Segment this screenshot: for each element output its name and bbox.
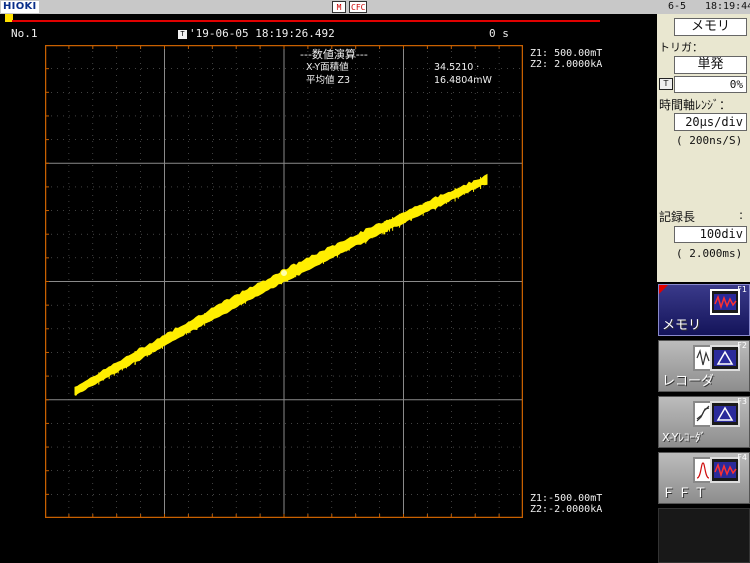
calc-label: X-Y面積値 [306, 62, 349, 73]
trigger-mode-field[interactable]: 単発 [674, 56, 747, 74]
record-length-colon: : [738, 208, 743, 222]
trigger-label: トリガ： [659, 41, 703, 54]
fkey-fft-button[interactable]: F4 ＦＦＴ [658, 452, 750, 504]
fkey-number: F3 [737, 397, 747, 406]
record-time: ( 2.000ms) [676, 247, 743, 260]
xy-plot-svg [45, 45, 523, 518]
xy-trace [74, 173, 488, 396]
xy-plot-area[interactable] [45, 45, 523, 518]
record-length-field[interactable]: 100div [674, 226, 747, 243]
top-status-bar: HIOKI M CFC 6-5 18:19:44 [0, 0, 750, 14]
record-position-bar [12, 20, 600, 22]
cfc-card-icon: CFC [349, 1, 368, 13]
scale-upper-limit: Z1: 500.00mT Z2: 2.0000kA [530, 48, 603, 70]
numeric-calc-panel: ---数値演算--- X-Y面積値 34.5210 · 平均値 Z3 16.48… [300, 48, 510, 87]
calc-label: 平均値 Z3 [306, 75, 351, 86]
memory-wave-icon [710, 289, 740, 315]
date-display: 6-5 [668, 1, 687, 12]
fkey-label: ＦＦＴ [662, 486, 711, 501]
calc-value: 34.5210 · [434, 62, 480, 73]
fkey-recorder-button[interactable]: F2 レコーダ [658, 340, 750, 392]
status-icons: M CFC [332, 0, 368, 14]
channel-number: No.1 [11, 27, 38, 40]
trigger-timestamp: T '19-06-05 18:19:26.492 [178, 27, 335, 40]
active-indicator [659, 285, 668, 294]
fkey-empty-slot [658, 508, 750, 563]
fkey-memory-button[interactable]: F1 メモリ [658, 284, 750, 336]
settings-panel: メモリ トリガ： 単発 T 0% 時間軸ﾚﾝｼﾞ： 20μs/div ( 200… [657, 14, 750, 282]
calc-value: 16.4804mW [434, 75, 492, 86]
scale-lower-limit: Z1:-500.00mT Z2:-2.0000kA [530, 493, 603, 515]
pretrigger-icon: T [659, 78, 673, 90]
fkey-label: X-Yﾚｺｰﾀﾞ [662, 431, 706, 444]
pretrigger-field[interactable]: 0% [674, 76, 747, 93]
xy-screen-icon [710, 401, 740, 427]
record-length-label: 記録長: [659, 208, 749, 225]
fkey-number: F4 [737, 453, 747, 462]
function-mode-field[interactable]: メモリ [674, 18, 747, 36]
timeaxis-label: 時間軸ﾚﾝｼﾞ： [659, 98, 732, 112]
calc-row-area: X-Y面積値 34.5210 · [300, 61, 510, 74]
trigger-icon: T [178, 30, 187, 39]
fft-screen-icon [710, 457, 740, 483]
brand-logo: HIOKI [1, 1, 39, 13]
fkey-label: レコーダ [662, 374, 715, 389]
calc-row-average: 平均値 Z3 16.4804mW [300, 74, 510, 87]
sampling-rate: ( 200ns/S) [676, 134, 743, 147]
fkey-number: F1 [737, 285, 747, 294]
trigger-time-text: '19-06-05 18:19:26.492 [189, 27, 335, 40]
recorder-screen-icon [710, 345, 740, 371]
time-div-field[interactable]: 20μs/div [674, 113, 747, 131]
fkey-label: メモリ [662, 318, 702, 333]
fkey-xy-recorder-button[interactable]: F3 X-Yﾚｺｰﾀﾞ [658, 396, 750, 448]
origin-cursor-icon [280, 269, 288, 277]
elapsed-time: 0 s [489, 27, 509, 40]
calc-title: ---数値演算--- [300, 48, 368, 61]
clock-display: 18:19:44 [705, 1, 750, 12]
fkey-number: F2 [737, 341, 747, 350]
record-length-text: 記録長 [659, 210, 696, 224]
memory-status-icon: M [332, 1, 346, 13]
